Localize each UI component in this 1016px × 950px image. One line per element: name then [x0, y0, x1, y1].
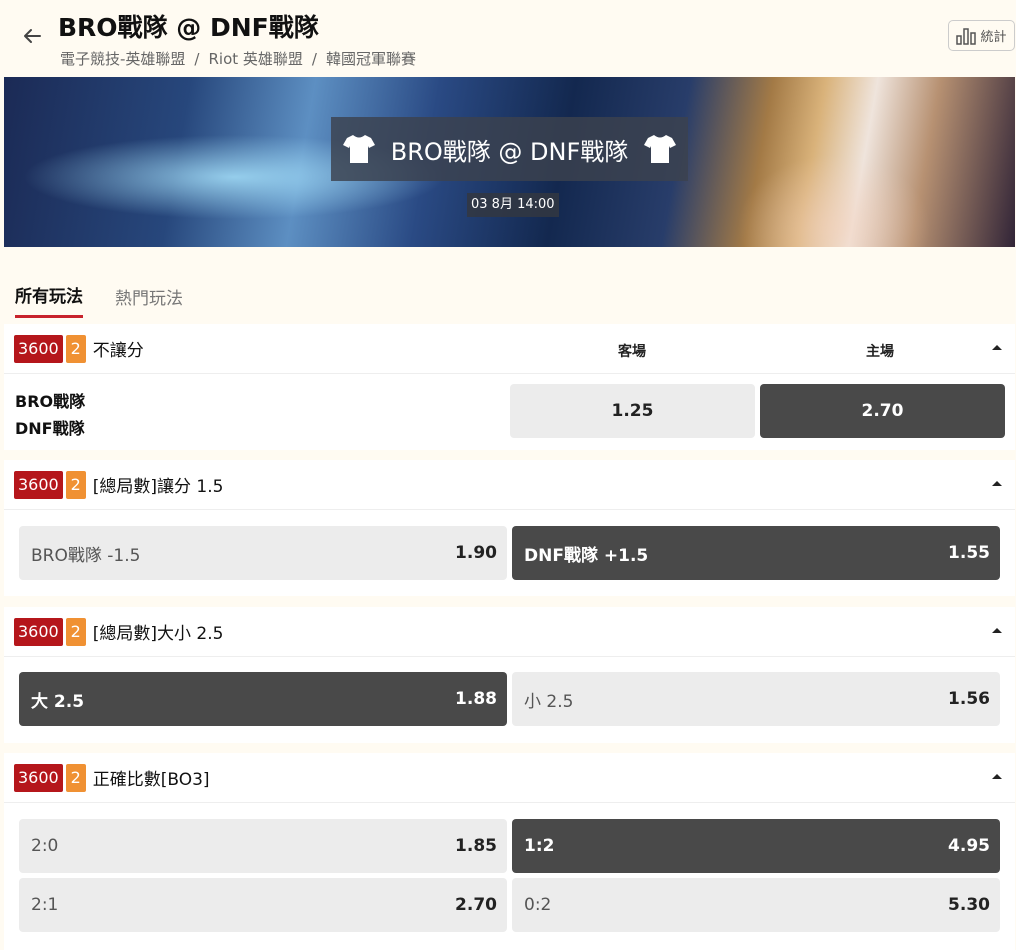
market-count-badge: 2 [65, 617, 86, 646]
odds-price: 1.25 [611, 401, 654, 421]
tab-all-markets[interactable]: 所有玩法 [15, 282, 83, 318]
market-header[interactable]: 3600 2 正確比數[BO3] [4, 753, 1015, 803]
market-id-badge: 3600 [14, 334, 63, 363]
page-header: BRO戰隊 @ DNF戰隊 電子競技-英雄聯盟 / Riot 英雄聯盟 / 韓國冠軍聯賽… [0, 0, 1016, 76]
market-header[interactable]: 3600 2 [總局數]大小 2.5 [4, 607, 1015, 657]
chevron-up-icon[interactable] [989, 476, 1005, 492]
tab-popular-markets[interactable]: 熱門玩法 [115, 284, 183, 309]
team-name-away: BRO戰隊 [15, 392, 86, 411]
chevron-up-icon[interactable] [989, 340, 1005, 356]
market-correct-score: 3600 2 正確比數[BO3] 2:0 1.85 1:2 4.95 2:1 2… [4, 753, 1015, 950]
page-title: BRO戰隊 @ DNF戰隊 [58, 13, 319, 42]
market-name: 不讓分 [92, 341, 144, 361]
market-header[interactable]: 3600 2 [總局數]讓分 1.5 [4, 460, 1015, 510]
odds-price: 2.70 [861, 401, 904, 421]
odds-button[interactable]: 2:0 1.85 [19, 819, 507, 873]
market-moneyline: 3600 2 不讓分 客場 主場 BRO戰隊 DNF戰隊 1.25 2.70 [4, 324, 1015, 450]
banner-title: BRO戰隊 @ DNF戰隊 [390, 137, 629, 166]
chevron-up-icon[interactable] [989, 769, 1005, 785]
odds-button[interactable]: 大 2.5 1.88 [19, 672, 507, 726]
market-id-badge: 3600 [14, 470, 63, 499]
market-count-badge: 2 [65, 470, 86, 499]
breadcrumb: 電子競技-英雄聯盟 / Riot 英雄聯盟 / 韓國冠軍聯賽 [60, 48, 416, 69]
odds-button[interactable]: 1:2 4.95 [512, 819, 1000, 873]
market-header[interactable]: 3600 2 不讓分 客場 主場 [4, 324, 1015, 374]
team-name-home: DNF戰隊 [15, 419, 85, 438]
odds-label: 小 2.5 [524, 691, 574, 712]
banner-title-box: BRO戰隊 @ DNF戰隊 [331, 117, 688, 181]
odds-label: 2:0 [31, 836, 59, 856]
odds-price: 4.95 [948, 836, 990, 856]
match-datetime: 03 8月 14:00 [467, 193, 559, 217]
market-handicap: 3600 2 [總局數]讓分 1.5 BRO戰隊 -1.5 1.90 DNF戰隊… [4, 460, 1015, 596]
odds-button[interactable]: DNF戰隊 +1.5 1.55 [512, 526, 1000, 580]
odds-button[interactable]: BRO戰隊 -1.5 1.90 [19, 526, 507, 580]
breadcrumb-separator: / [311, 50, 317, 68]
odds-label: DNF戰隊 +1.5 [524, 545, 649, 566]
market-over-under: 3600 2 [總局數]大小 2.5 大 2.5 1.88 小 2.5 1.56 [4, 607, 1015, 743]
column-label-home: 主場 [866, 344, 894, 360]
odds-label: 0:2 [524, 895, 552, 915]
odds-button[interactable]: 2:1 2.70 [19, 878, 507, 932]
stats-label: 統計 [980, 30, 1007, 45]
odds-label: 1:2 [524, 836, 555, 856]
market-name: [總局數]大小 2.5 [92, 624, 224, 644]
bar-chart-icon [956, 27, 977, 45]
market-count-badge: 2 [65, 334, 86, 363]
breadcrumb-separator: / [194, 50, 200, 68]
market-count-badge: 2 [65, 763, 86, 792]
home-jersey-icon [644, 135, 677, 163]
odds-price: 5.30 [948, 895, 990, 915]
odds-price: 1.55 [948, 543, 990, 563]
breadcrumb-item-sport[interactable]: 電子競技-英雄聯盟 [60, 50, 185, 68]
odds-button[interactable]: 小 2.5 1.56 [512, 672, 1000, 726]
breadcrumb-item-game[interactable]: Riot 英雄聯盟 [208, 50, 302, 68]
odds-label: 2:1 [31, 895, 59, 915]
market-name: [總局數]讓分 1.5 [92, 477, 224, 497]
odds-price: 1.88 [455, 689, 497, 709]
odds-price: 2.70 [455, 895, 497, 915]
odds-price: 1.56 [948, 689, 990, 709]
match-banner: BRO戰隊 @ DNF戰隊 03 8月 14:00 [4, 77, 1015, 247]
odds-label: BRO戰隊 -1.5 [31, 545, 141, 566]
chevron-up-icon[interactable] [989, 623, 1005, 639]
stats-button[interactable]: 統計 [948, 20, 1015, 51]
odds-label: 大 2.5 [31, 691, 85, 712]
breadcrumb-item-league[interactable]: 韓國冠軍聯賽 [326, 50, 416, 68]
odds-button-home[interactable]: 2.70 [760, 384, 1005, 438]
market-tabs: 所有玩法 熱門玩法 [0, 272, 1016, 318]
odds-button-away[interactable]: 1.25 [510, 384, 755, 438]
odds-button[interactable]: 0:2 5.30 [512, 878, 1000, 932]
away-jersey-icon [342, 135, 375, 163]
column-label-away: 客場 [618, 344, 646, 360]
odds-price: 1.85 [455, 836, 497, 856]
market-name: 正確比數[BO3] [92, 770, 210, 790]
back-arrow-icon[interactable] [20, 24, 44, 48]
odds-price: 1.90 [455, 543, 497, 563]
market-id-badge: 3600 [14, 763, 63, 792]
market-id-badge: 3600 [14, 617, 63, 646]
